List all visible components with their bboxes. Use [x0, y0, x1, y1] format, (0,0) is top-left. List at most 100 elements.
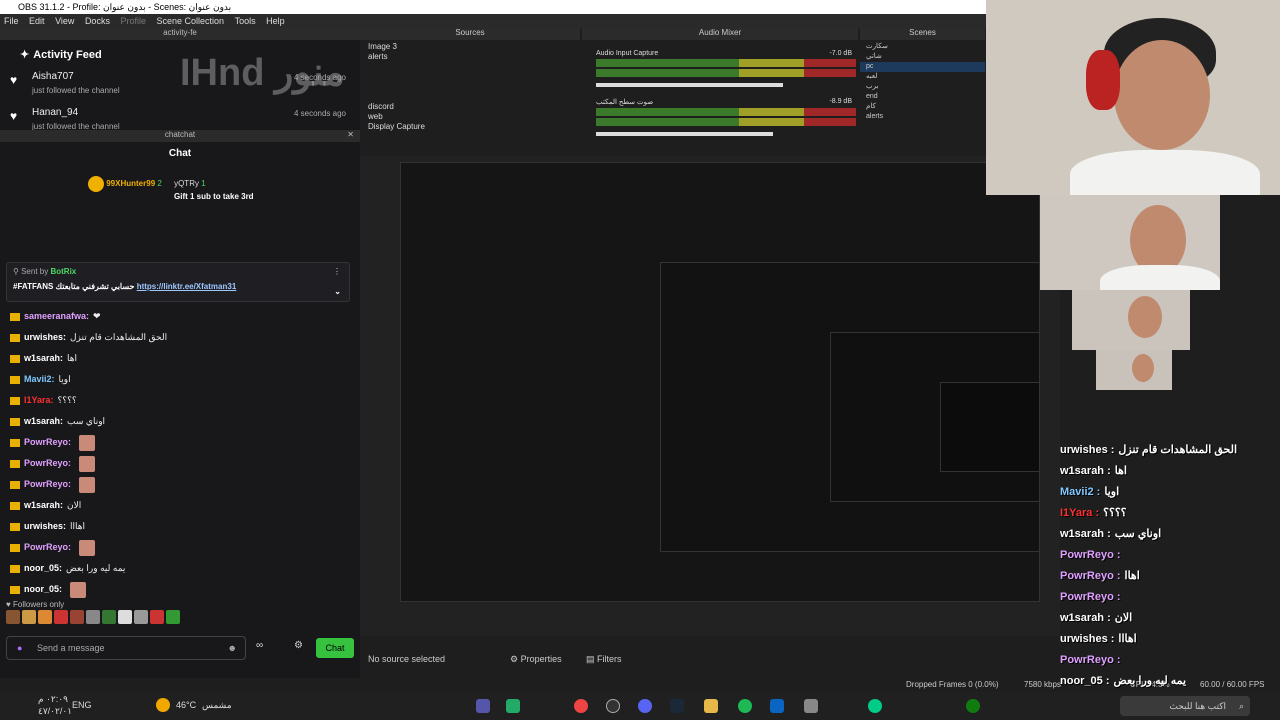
overlay-chat-line: I1Yara : ؟؟؟؟ [1060, 503, 1280, 524]
badge-icon [10, 480, 20, 489]
source-item[interactable] [362, 92, 582, 102]
chat-username[interactable]: Mavii2: [24, 374, 55, 384]
chat-username[interactable]: urwishes: [24, 521, 66, 531]
edge-icon[interactable] [868, 699, 882, 713]
chat-username[interactable]: urwishes: [24, 332, 66, 342]
chat-username[interactable]: w1sarah: [24, 500, 63, 510]
chat-username[interactable]: I1Yara: [24, 395, 54, 405]
mic-icon[interactable]: ● [17, 637, 22, 659]
menu-docks[interactable]: Docks [85, 16, 110, 26]
chat-username[interactable]: PowrReyo: [24, 437, 71, 447]
chat-send-button[interactable]: Chat [316, 638, 354, 658]
loop-icon[interactable]: ∞ [256, 640, 263, 651]
source-item[interactable]: web [362, 112, 582, 122]
overlay-username: I1Yara : [1060, 507, 1100, 519]
activity-dock-header[interactable]: activity-fe [0, 28, 360, 40]
scene-item[interactable]: برب [860, 82, 985, 92]
mixer-title: Audio Mixer [698, 28, 742, 37]
chat-line: PowrReyo: [10, 432, 350, 453]
leader-2-name[interactable]: yQTRy [174, 179, 199, 188]
menu-scene-collection[interactable]: Scene Collection [157, 16, 225, 26]
app-icon[interactable] [506, 699, 520, 713]
chat-username[interactable]: noor_05: [24, 563, 62, 573]
source-item[interactable] [362, 82, 582, 92]
xbox-icon[interactable] [966, 699, 980, 713]
obs-icon[interactable] [606, 699, 620, 713]
taskbar-search[interactable]: اكتب هنا للبحث ⌕ [1120, 696, 1250, 716]
outlook-icon[interactable] [770, 699, 784, 713]
weather-desc[interactable]: مشمس [202, 700, 232, 711]
close-icon[interactable]: ✕ [347, 130, 354, 139]
volume-slider[interactable] [596, 132, 773, 136]
menu-tools[interactable]: Tools [235, 16, 256, 26]
pin-icon: ⚲ [13, 267, 19, 276]
bitrate: 7580 kbps [1024, 680, 1061, 689]
chat-username[interactable]: sameeranafwa: [24, 311, 89, 321]
menu-help[interactable]: Help [266, 16, 285, 26]
source-item[interactable]: Display Capture [362, 122, 582, 132]
chat-input[interactable]: ● Send a message ☻ [6, 636, 246, 660]
scene-item[interactable]: alerts [860, 112, 985, 122]
overlay-message: اويا [1104, 486, 1120, 498]
menu-view[interactable]: View [55, 16, 74, 26]
spotify-icon[interactable] [738, 699, 752, 713]
gift-prompt[interactable]: Gift 1 sub to take 3rd [174, 192, 308, 201]
scene-item[interactable]: شاتي [860, 52, 985, 62]
overlay-chat-line: w1sarah : اوناي سب [1060, 524, 1280, 545]
scene-item[interactable]: end [860, 92, 985, 102]
scene-item[interactable]: كام [860, 102, 985, 112]
chat-dock-header[interactable]: chatchat ✕ [0, 130, 360, 142]
filters-button[interactable]: ▤ Filters [586, 654, 622, 665]
app-icon[interactable] [476, 699, 490, 713]
gift-leaderboard: 99XHunter99 2 yQTRy 1 Gift 1 sub to take… [88, 176, 308, 206]
overlay-chat-line: urwishes : اهااا [1060, 629, 1280, 650]
menu-edit[interactable]: Edit [29, 16, 45, 26]
scene-item[interactable]: سكارت [860, 42, 985, 52]
leader-1-name[interactable]: 99XHunter99 [106, 179, 155, 188]
chat-username[interactable]: w1sarah: [24, 353, 63, 363]
badge-icon [10, 543, 20, 552]
preview-canvas[interactable] [360, 156, 1060, 636]
clock-date[interactable]: ٤٧/٠٢/٠١ [38, 706, 72, 717]
language-indicator[interactable]: ENG [72, 700, 92, 710]
webcam-echo [1096, 350, 1172, 390]
scenes-dock-header[interactable]: Scenes [860, 28, 985, 40]
gear-icon[interactable]: ⚙ [294, 640, 303, 651]
store-icon[interactable] [804, 699, 818, 713]
source-item[interactable]: alerts [362, 52, 582, 62]
pinned-message[interactable]: ⚲ Sent by BotRix ⋮ #FATFANS حسابي تشرفني… [6, 262, 350, 302]
volume-slider[interactable] [596, 83, 784, 87]
chevron-down-icon[interactable]: ⌄ [334, 287, 341, 296]
source-item[interactable] [362, 62, 582, 72]
mixer-dock-header[interactable]: Audio Mixer [582, 28, 858, 40]
source-item[interactable]: discord [362, 102, 582, 112]
chat-username[interactable]: w1sarah: [24, 416, 63, 426]
weather-icon[interactable] [156, 698, 170, 712]
menu-profile[interactable]: Profile [120, 16, 146, 26]
clock-time[interactable]: ٠٢:٠٩ م [38, 694, 68, 705]
folder-icon[interactable] [704, 699, 718, 713]
chat-username[interactable]: PowrReyo: [24, 542, 71, 552]
scene-item[interactable]: pc [860, 62, 985, 72]
sources-dock-header[interactable]: Sources [360, 28, 580, 40]
chat-username[interactable]: noor_05: [24, 584, 62, 594]
chrome-icon[interactable] [574, 699, 588, 713]
scene-item[interactable]: لعبه [860, 72, 985, 82]
emoji-icon[interactable]: ☻ [228, 637, 237, 659]
properties-button[interactable]: ⚙ Properties [510, 654, 562, 665]
chat-username[interactable]: PowrReyo: [24, 479, 71, 489]
activity-feed-title-text: Activity Feed [33, 49, 102, 61]
chat-message-text: اوناي سب [67, 416, 106, 426]
chat-username[interactable]: PowrReyo: [24, 458, 71, 468]
pinned-msg: #FATFANS حسابي تشرفني متابعتك [13, 282, 135, 291]
source-item[interactable]: Image 3 [362, 42, 582, 52]
emote-bar[interactable] [6, 610, 196, 626]
more-icon[interactable]: ⋮ [333, 267, 341, 276]
weather-temp[interactable]: 46°C [176, 700, 196, 710]
menu-file[interactable]: File [4, 16, 19, 26]
steam-icon[interactable] [670, 699, 684, 713]
webcam-view [986, 0, 1280, 195]
discord-icon[interactable] [638, 699, 652, 713]
pinned-link[interactable]: https://linktr.ee/Xfatman31 [137, 282, 237, 291]
source-item[interactable] [362, 72, 582, 82]
